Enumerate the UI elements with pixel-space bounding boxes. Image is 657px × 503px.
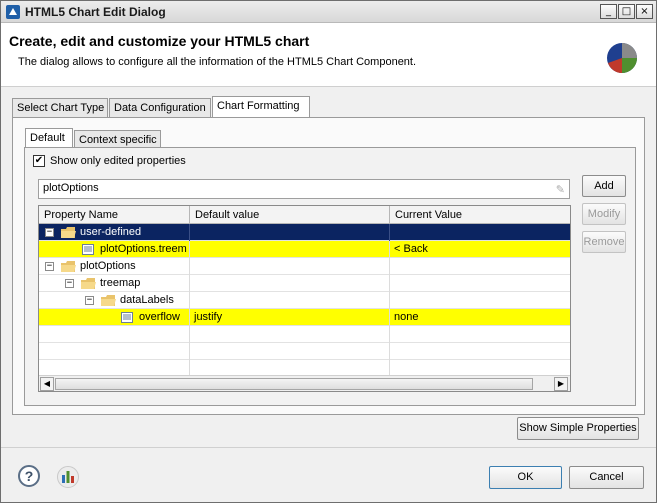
collapse-toggle-icon[interactable]: − xyxy=(45,228,54,237)
property-table[interactable]: Property Name Default value Current Valu… xyxy=(38,205,571,392)
property-name-cell: − treemap xyxy=(39,275,190,292)
default-value-cell: justify xyxy=(190,309,390,326)
empty-cell xyxy=(190,326,390,343)
property-name: overflow xyxy=(139,311,180,323)
property-name: plotOptions.treem xyxy=(100,243,187,255)
dialog-window: HTML5 Chart Edit Dialog _ □ × Create, ed… xyxy=(0,0,657,503)
show-simple-properties-button[interactable]: Show Simple Properties xyxy=(517,417,639,440)
property-icon xyxy=(82,244,94,255)
table-row[interactable]: − dataLabels xyxy=(39,292,570,309)
pie-chart-icon xyxy=(607,43,637,73)
current-value-cell xyxy=(390,224,570,241)
current-value-cell xyxy=(390,292,570,309)
clear-search-icon[interactable]: ✎ xyxy=(556,183,565,196)
table-row[interactable]: − user-defined xyxy=(39,224,570,241)
table-row[interactable]: plotOptions.treem < Back xyxy=(39,241,570,258)
minimize-button[interactable]: _ xyxy=(600,4,617,19)
default-value-cell xyxy=(190,258,390,275)
help-icon[interactable]: ? xyxy=(18,465,40,487)
property-name-cell: − plotOptions xyxy=(39,258,190,275)
collapse-toggle-icon[interactable]: − xyxy=(65,279,74,288)
default-value-cell xyxy=(190,241,390,258)
title-bar: HTML5 Chart Edit Dialog _ □ × xyxy=(1,1,656,23)
open-folder-icon xyxy=(61,261,76,272)
current-value-cell xyxy=(390,258,570,275)
current-value-cell xyxy=(390,275,570,292)
default-value-cell xyxy=(190,224,390,241)
bar-chart-icon[interactable] xyxy=(57,466,79,488)
scrollbar-thumb[interactable] xyxy=(55,378,533,390)
collapse-toggle-icon[interactable]: − xyxy=(45,262,54,271)
scroll-right-arrow-icon[interactable]: ▶ xyxy=(554,377,568,391)
table-row[interactable]: overflow justify none xyxy=(39,309,570,326)
column-header-property-name[interactable]: Property Name xyxy=(39,206,190,224)
property-search-input[interactable]: plotOptions ✎ xyxy=(38,179,570,199)
header-title: Create, edit and customize your HTML5 ch… xyxy=(9,33,310,49)
tab-data-configuration[interactable]: Data Configuration xyxy=(109,98,211,118)
current-value-cell[interactable]: < Back xyxy=(390,241,570,258)
close-button[interactable]: × xyxy=(636,4,653,19)
open-folder-icon xyxy=(61,227,76,238)
scroll-left-arrow-icon[interactable]: ◀ xyxy=(40,377,54,391)
empty-cell xyxy=(39,326,190,343)
column-header-default-value[interactable]: Default value xyxy=(190,206,390,224)
header-description: The dialog allows to configure all the i… xyxy=(18,56,417,68)
app-icon xyxy=(6,5,20,19)
dialog-header: Create, edit and customize your HTML5 ch… xyxy=(1,23,656,87)
tab-chart-formatting[interactable]: Chart Formatting xyxy=(212,96,310,118)
default-value-cell xyxy=(190,275,390,292)
modify-button[interactable]: Modify xyxy=(582,203,626,225)
window-title: HTML5 Chart Edit Dialog xyxy=(25,5,166,19)
property-name-cell: − user-defined xyxy=(39,224,190,241)
add-button[interactable]: Add xyxy=(582,175,626,197)
open-folder-icon xyxy=(81,278,96,289)
search-value: plotOptions xyxy=(43,182,99,194)
cancel-button[interactable]: Cancel xyxy=(569,466,644,489)
property-name: treemap xyxy=(100,277,141,289)
empty-row xyxy=(39,326,570,343)
table-header: Property Name Default value Current Valu… xyxy=(39,206,570,224)
property-name-cell: overflow xyxy=(39,309,190,326)
horizontal-scrollbar[interactable]: ◀ ▶ xyxy=(39,375,570,391)
property-icon xyxy=(121,312,133,323)
property-name: user-defined xyxy=(80,226,142,238)
empty-row xyxy=(39,343,570,360)
column-header-current-value[interactable]: Current Value xyxy=(390,206,570,224)
maximize-button[interactable]: □ xyxy=(618,4,635,19)
property-name-cell: plotOptions.treem xyxy=(39,241,190,258)
property-name: plotOptions xyxy=(80,260,136,272)
property-name: dataLabels xyxy=(120,294,174,306)
ok-button[interactable]: OK xyxy=(489,466,562,489)
default-value-cell xyxy=(190,292,390,309)
remove-button[interactable]: Remove xyxy=(582,231,626,253)
tab-select-chart-type[interactable]: Select Chart Type xyxy=(12,98,108,118)
table-row[interactable]: − plotOptions xyxy=(39,258,570,275)
show-only-edited-checkbox[interactable]: ✔ xyxy=(33,155,45,167)
empty-cell xyxy=(39,343,190,360)
collapse-toggle-icon[interactable]: − xyxy=(85,296,94,305)
empty-cell xyxy=(190,343,390,360)
footer-divider xyxy=(1,447,656,448)
current-value-cell[interactable]: none xyxy=(390,309,570,326)
property-name-cell: − dataLabels xyxy=(39,292,190,309)
table-row[interactable]: − treemap xyxy=(39,275,570,292)
show-only-edited-label: Show only edited properties xyxy=(50,155,186,167)
open-folder-icon xyxy=(101,295,116,306)
